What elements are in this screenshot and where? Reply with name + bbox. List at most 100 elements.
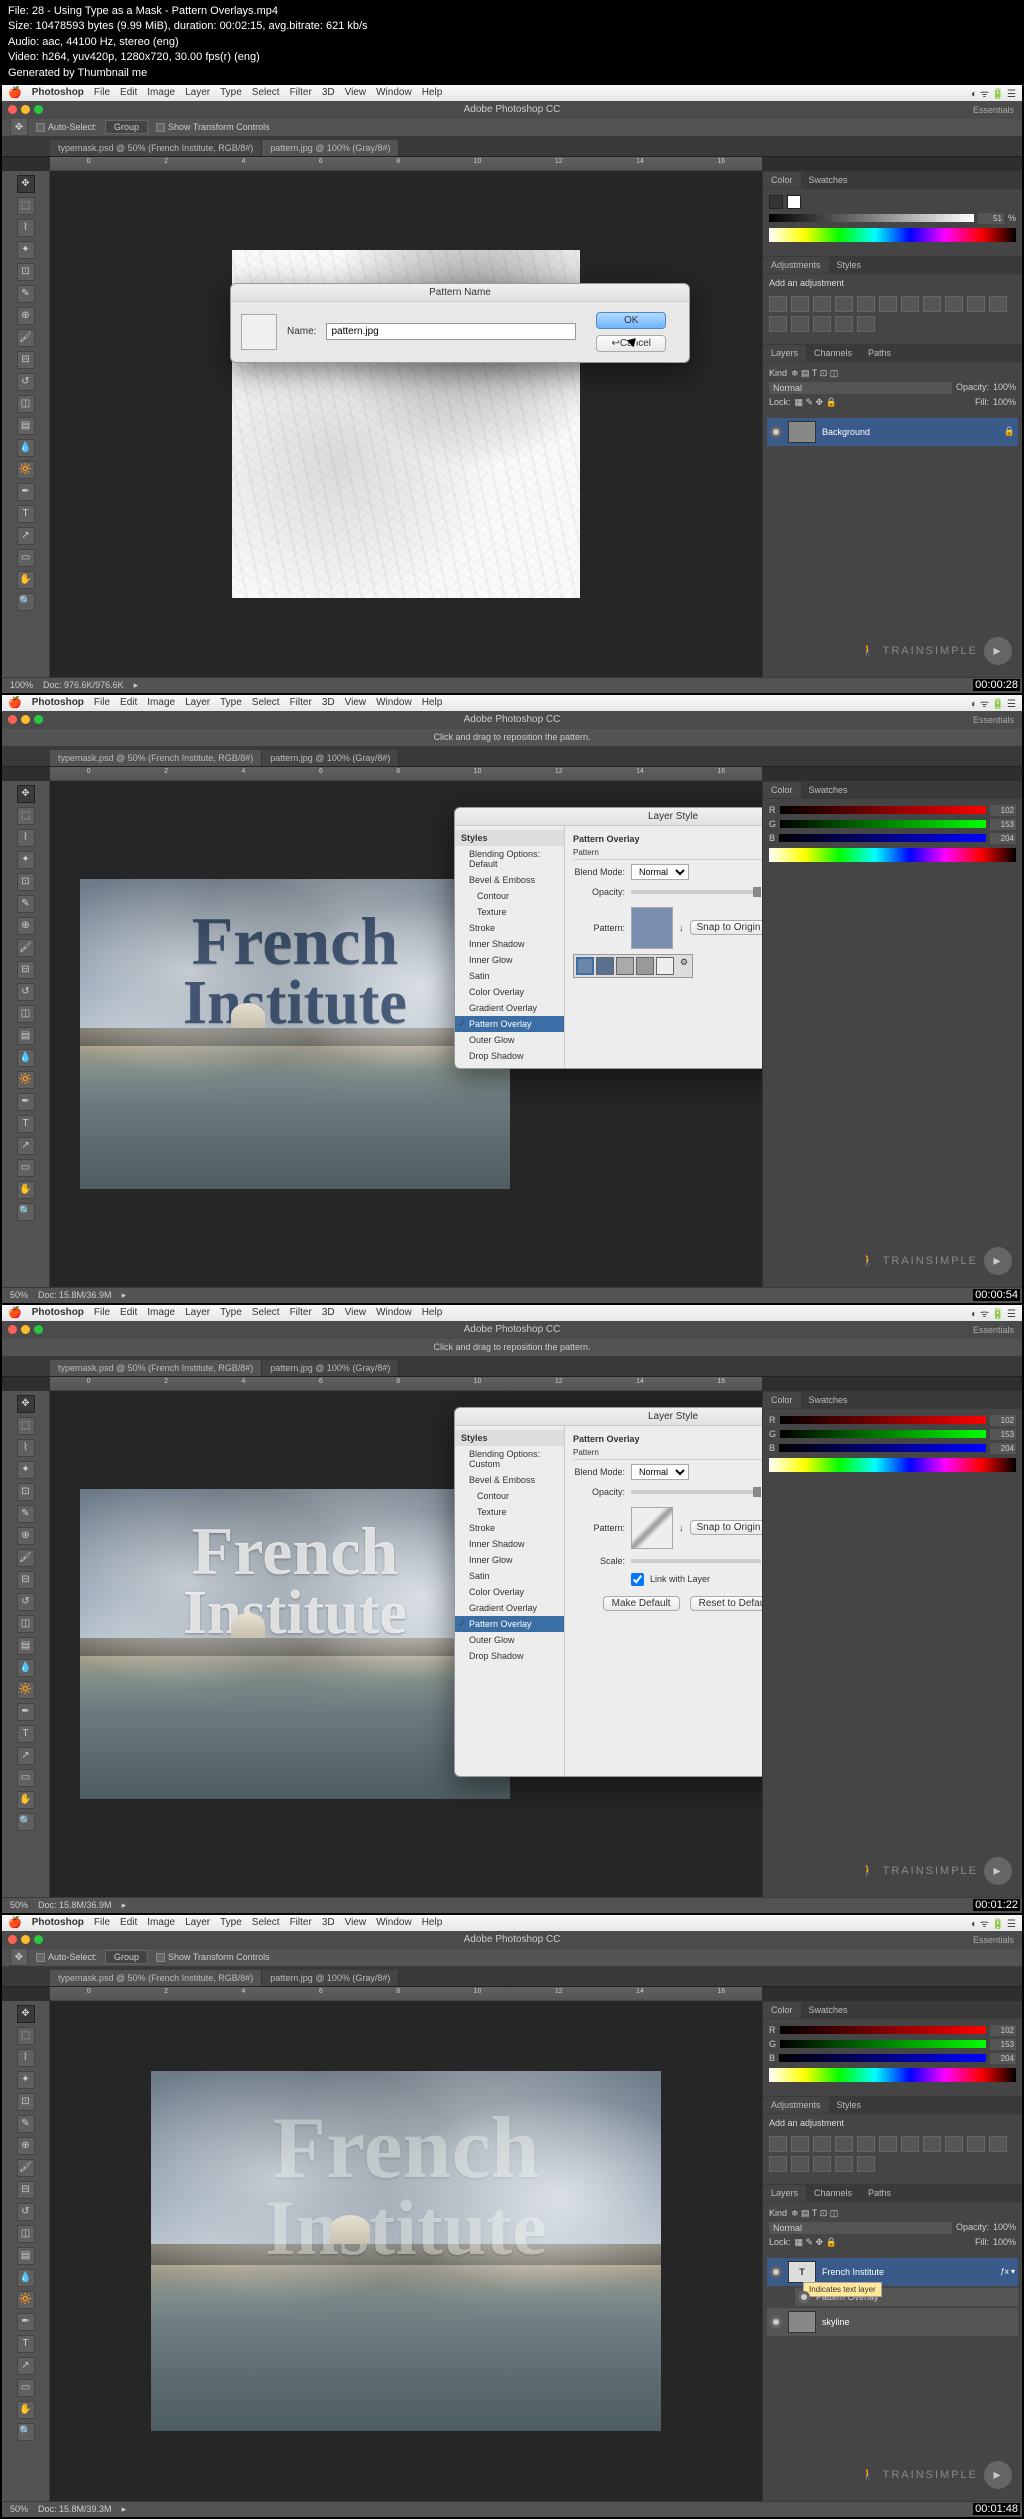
transform-label: Show Transform Controls xyxy=(168,122,270,132)
pattern-picker[interactable] xyxy=(631,1507,673,1549)
tools-panel[interactable]: ✥ ⬚ ⌇ ✦ ⊡ ✎ ⊕ 🖌 ⊟ ↺ ◫ ▤ 💧 🔆 ✒ T ↗ ▭ ✋ 🔍 xyxy=(2,171,50,677)
snap-button[interactable]: Snap to Origin xyxy=(690,920,763,935)
tab-swatches[interactable]: Swatches xyxy=(801,172,856,188)
lock-icon: 🔒 xyxy=(1004,426,1015,437)
blend-mode-select[interactable]: Normal xyxy=(631,864,689,880)
window-controls[interactable] xyxy=(8,105,43,114)
link-layer-checkbox[interactable] xyxy=(631,1573,644,1586)
layers-list[interactable]: Background 🔒 xyxy=(763,414,1022,452)
cursor-icon xyxy=(629,336,641,352)
dodge-tool[interactable]: 🔆 xyxy=(17,461,35,479)
menu-3d[interactable]: 3D xyxy=(322,87,335,98)
styles-list[interactable]: Styles Blending Options: Default Bevel &… xyxy=(455,826,565,1068)
menu-help[interactable]: Help xyxy=(422,87,443,98)
layer-name: Background xyxy=(822,427,870,437)
tooltip: Indicates text layer xyxy=(803,2282,882,2297)
menu-select[interactable]: Select xyxy=(252,87,280,98)
pattern-picker[interactable] xyxy=(631,907,673,949)
pattern-name-input[interactable] xyxy=(326,323,576,340)
blur-tool[interactable]: 💧 xyxy=(17,439,35,457)
tools-panel[interactable]: ✥⬚⌇✦⊡✎⊕🖌⊟↺◫▤💧🔆✒T↗▭✋🔍 xyxy=(2,781,50,1287)
workspace-label[interactable]: Essentials xyxy=(973,105,1014,115)
menu-view[interactable]: View xyxy=(345,87,367,98)
zoom-level[interactable]: 100% xyxy=(10,680,33,690)
tab-styles[interactable]: Styles xyxy=(829,257,870,273)
layers-header: Kind ≑ ▤ T ⊡ ◫ NormalOpacity:100% Lock: … xyxy=(763,362,1022,414)
apple-icon[interactable]: 🍎 xyxy=(8,86,22,99)
eraser-tool[interactable]: ◫ xyxy=(17,395,35,413)
transform-checkbox[interactable] xyxy=(156,123,165,132)
mac-menubar[interactable]: 🍎 Photoshop FileEditImageLayerTypeSelect… xyxy=(2,695,1022,711)
opacity-value[interactable]: 100% xyxy=(993,382,1016,394)
canvas-area[interactable]: Pattern Name Name: OK ↩Cancel xyxy=(50,171,762,677)
tab-layers[interactable]: Layers xyxy=(763,345,806,361)
play-icon: ▸ xyxy=(984,637,1012,665)
fg-swatch[interactable] xyxy=(769,195,783,209)
fill-value[interactable]: 100% xyxy=(993,397,1016,408)
menu-filter[interactable]: Filter xyxy=(290,87,312,98)
bg-swatch[interactable] xyxy=(787,195,801,209)
reset-default-button[interactable]: Reset to Default xyxy=(690,1596,762,1611)
doc-tab-pattern[interactable]: pattern.jpg @ 100% (Gray/8#) xyxy=(262,140,399,156)
layer-style-dialog: Layer Style Styles Blending Options: Def… xyxy=(454,807,762,1069)
color-panel[interactable]: 51% xyxy=(763,189,1022,248)
name-label: Name: xyxy=(287,326,316,337)
spectrum[interactable] xyxy=(769,228,1016,242)
slider-gray[interactable] xyxy=(769,214,974,222)
auto-select-checkbox[interactable] xyxy=(36,123,45,132)
pen-tool[interactable]: ✒ xyxy=(17,483,35,501)
menu-layer[interactable]: Layer xyxy=(185,87,210,98)
pattern-dropdown[interactable]: ⚙ xyxy=(573,954,693,978)
heal-tool[interactable]: ⊕ xyxy=(17,307,35,325)
doc-size: Doc: 976.6K/976.6K xyxy=(43,680,124,690)
canvas-document[interactable]: French Institute xyxy=(80,879,510,1189)
menu-file[interactable]: File xyxy=(94,87,110,98)
val-gray[interactable]: 51 xyxy=(978,213,1004,224)
lasso-tool[interactable]: ⌇ xyxy=(17,219,35,237)
move-tool[interactable]: ✥ xyxy=(17,175,35,193)
mac-menubar[interactable]: 🍎 Photoshop File Edit Image Layer Type S… xyxy=(2,85,1022,101)
doc-tab-typemask[interactable]: typemask.psd @ 50% (French Institute, RG… xyxy=(50,750,262,766)
doc-tab-pattern[interactable]: pattern.jpg @ 100% (Gray/8#) xyxy=(262,750,399,766)
pattern-overlay-settings: Pattern Overlay Pattern Blend Mode:Norma… xyxy=(565,826,762,1068)
ok-button[interactable]: OK xyxy=(596,312,666,329)
tab-channels[interactable]: Channels xyxy=(806,345,860,361)
gradient-tool[interactable]: ▤ xyxy=(17,417,35,435)
tab-color[interactable]: Color xyxy=(763,172,801,188)
hand-tool[interactable]: ✋ xyxy=(17,571,35,589)
menu-type[interactable]: Type xyxy=(220,87,242,98)
document-tabs: typemask.psd @ 50% (French Institute, RG… xyxy=(2,137,1022,157)
make-default-button[interactable]: Make Default xyxy=(603,1596,680,1611)
pattern-overlay-item[interactable]: Pattern Overlay xyxy=(455,1016,564,1032)
options-bar: ✥ Auto-Select: Group Show Transform Cont… xyxy=(2,119,1022,137)
path-tool[interactable]: ↗ xyxy=(17,527,35,545)
shape-tool[interactable]: ▭ xyxy=(17,549,35,567)
marquee-tool[interactable]: ⬚ xyxy=(17,197,35,215)
canvas-area[interactable]: French Institute Layer Style Styles Blen… xyxy=(50,781,762,1287)
tab-adjustments[interactable]: Adjustments xyxy=(763,257,829,273)
visibility-icon[interactable] xyxy=(770,426,782,438)
apple-icon[interactable]: 🍎 xyxy=(8,696,22,709)
menu-edit[interactable]: Edit xyxy=(120,87,137,98)
auto-select-dropdown[interactable]: Group xyxy=(105,120,148,134)
zoom-tool[interactable]: 🔍 xyxy=(17,593,35,611)
brush-tool[interactable]: 🖌 xyxy=(17,329,35,347)
layer-skyline[interactable]: skyline xyxy=(767,2308,1018,2336)
wand-tool[interactable]: ✦ xyxy=(17,241,35,259)
stamp-tool[interactable]: ⊟ xyxy=(17,351,35,369)
layer-background[interactable]: Background 🔒 xyxy=(767,418,1018,446)
app-title: Adobe Photoshop CC xyxy=(464,104,561,115)
tab-paths[interactable]: Paths xyxy=(860,345,899,361)
blend-mode-select[interactable]: Normal xyxy=(769,382,952,394)
eyedropper-tool[interactable]: ✎ xyxy=(17,285,35,303)
crop-tool[interactable]: ⊡ xyxy=(17,263,35,281)
history-brush[interactable]: ↺ xyxy=(17,373,35,391)
menu-image[interactable]: Image xyxy=(147,87,175,98)
ps-titlebar: Adobe Photoshop CC Essentials xyxy=(2,101,1022,119)
type-tool[interactable]: T xyxy=(17,505,35,523)
doc-tab-typemask[interactable]: typemask.psd @ 50% (French Institute, RG… xyxy=(50,140,262,156)
menu-window[interactable]: Window xyxy=(376,87,412,98)
adjustment-icons[interactable] xyxy=(763,292,1022,336)
menu-app[interactable]: Photoshop xyxy=(32,87,84,98)
gear-icon[interactable]: ⚙ xyxy=(680,957,688,975)
